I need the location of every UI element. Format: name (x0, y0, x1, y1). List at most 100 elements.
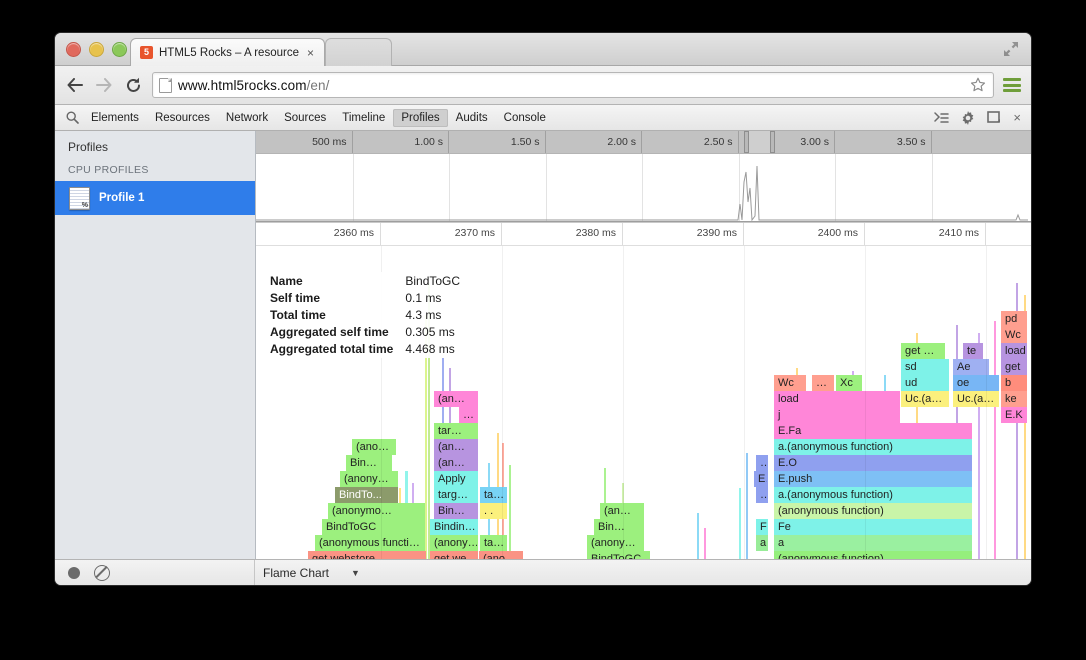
flame-chart-frame[interactable]: Xc (836, 375, 862, 391)
flame-chart-frame[interactable]: (an… (434, 455, 478, 471)
flame-chart-frame[interactable]: Fe (756, 519, 768, 535)
flame-chart-frame[interactable]: (an… (434, 391, 478, 407)
flame-chart-frame[interactable]: (an… (600, 503, 644, 519)
flame-chart-frame[interactable]: (anonymous functi… (315, 535, 425, 551)
flame-chart-frame[interactable]: BindToGC (322, 519, 425, 535)
flame-chart-frame[interactable]: E… (754, 471, 768, 487)
flame-chart[interactable]: NameBindToGCSelf time0.1 msTotal time4.3… (256, 246, 1031, 559)
flame-chart-frame[interactable]: load (1001, 343, 1027, 359)
flame-chart-frame[interactable]: E.K (1001, 407, 1027, 423)
forward-button[interactable] (94, 75, 114, 95)
tab-strip[interactable]: 5 HTML5 Rocks – A resource × (130, 38, 392, 66)
flame-chart-frame[interactable]: pd (1001, 311, 1027, 327)
flame-chart-frame[interactable]: BindToGC (587, 551, 650, 559)
flame-chart-frame[interactable]: Ae (953, 359, 989, 375)
window-traffic-lights[interactable] (66, 42, 127, 57)
flame-chart-frame[interactable]: Fe (774, 519, 972, 535)
flame-chart-spike[interactable] (994, 321, 996, 559)
zoom-window-button[interactable] (112, 42, 127, 57)
flame-chart-frame[interactable]: (anonymo… (328, 503, 425, 519)
flame-chart-frame[interactable]: a.(anonymous function) (774, 439, 972, 455)
flame-chart-frame[interactable]: (anonymous function) (774, 503, 972, 519)
flame-chart-frame[interactable]: … (459, 407, 478, 423)
flame-chart-frame[interactable]: E.Fa (774, 423, 972, 439)
close-window-button[interactable] (66, 42, 81, 57)
devtools-tab-elements[interactable]: Elements (83, 109, 147, 127)
flame-chart-frame[interactable]: te (963, 343, 983, 359)
minimize-window-button[interactable] (89, 42, 104, 57)
flame-chart-frame[interactable]: a.(anonymous function) (774, 487, 972, 503)
flame-chart-frame[interactable]: a (756, 535, 768, 551)
flame-chart-frame[interactable]: tar… (434, 423, 478, 439)
devtools-tab-resources[interactable]: Resources (147, 109, 218, 127)
chrome-menu-icon[interactable] (1003, 78, 1021, 92)
flame-chart-frame[interactable]: … (756, 487, 768, 503)
flame-chart-frame[interactable]: sd (901, 359, 949, 375)
flame-chart-frame[interactable]: Bin… (434, 503, 478, 519)
clear-icon[interactable] (94, 565, 110, 581)
flame-chart-frame[interactable]: a (774, 535, 972, 551)
sidebar-item-profile-1[interactable]: Profile 1 (55, 181, 255, 215)
overview-graph[interactable] (256, 154, 1031, 223)
flame-chart-frame[interactable]: get (1001, 359, 1027, 375)
flame-chart-frame[interactable]: … (812, 375, 834, 391)
devtools-tab-audits[interactable]: Audits (448, 109, 496, 127)
flame-chart-frame[interactable]: targ… (434, 487, 478, 503)
flame-chart-frame[interactable]: b (1001, 375, 1027, 391)
flame-chart-spike[interactable] (697, 513, 699, 559)
devtools-tab-timeline[interactable]: Timeline (334, 109, 393, 127)
reload-button[interactable] (123, 75, 143, 95)
view-mode-selector[interactable]: Flame Chart ▼ (255, 566, 360, 580)
overview-ruler[interactable]: 500 ms1.00 s1.50 s2.00 s2.50 s3.00 s3.50… (256, 131, 1031, 154)
flame-chart-spike[interactable] (739, 488, 741, 559)
flame-chart-frame[interactable]: Uc.(a… (953, 391, 999, 407)
flame-chart-frame[interactable]: BindTo... (335, 487, 398, 503)
flame-chart-frame[interactable]: j (774, 407, 900, 423)
flame-chart-frame[interactable]: (anony… (430, 535, 478, 551)
devtools-tab-console[interactable]: Console (496, 109, 554, 127)
flame-chart-frame[interactable]: load (774, 391, 900, 407)
gear-icon[interactable] (961, 111, 975, 125)
flame-chart-frame[interactable]: Apply (434, 471, 478, 487)
flame-chart-frame[interactable]: (anonymous function) (774, 551, 972, 559)
overview-window-right-handle[interactable] (770, 131, 775, 153)
address-bar[interactable]: www.html5rocks.com/en/ (152, 72, 994, 98)
flame-chart-frame[interactable]: Uc.(a… (901, 391, 949, 407)
flame-chart-frame[interactable]: ke (1001, 391, 1027, 407)
flame-chart-frame[interactable]: Wc (774, 375, 806, 391)
flame-chart-frame[interactable]: oe (953, 375, 999, 391)
flame-chart-frame[interactable]: (an… (434, 439, 478, 455)
overview-window-left-handle[interactable] (744, 131, 749, 153)
flame-chart-spike[interactable] (704, 528, 706, 559)
flame-chart-frame[interactable]: get webstore (308, 551, 426, 559)
devtools-tab-network[interactable]: Network (218, 109, 276, 127)
flame-chart-ruler[interactable]: 2360 ms2370 ms2380 ms2390 ms2400 ms2410 … (256, 223, 1031, 246)
flame-chart-frame[interactable]: Bin… (594, 519, 644, 535)
devtools-tab-sources[interactable]: Sources (276, 109, 334, 127)
flame-chart-frame[interactable]: (ano… (352, 439, 396, 455)
devtools-tab-profiles[interactable]: Profiles (393, 109, 447, 127)
flame-chart-spike[interactable] (746, 453, 748, 559)
flame-chart-frame[interactable]: E.push (774, 471, 972, 487)
bookmark-star-icon[interactable] (969, 76, 987, 94)
flame-chart-frame[interactable]: E.O (774, 455, 972, 471)
flame-chart-spike[interactable] (509, 465, 511, 559)
flame-chart-frame[interactable]: … (756, 455, 768, 471)
flame-chart-frame[interactable]: get … (901, 343, 945, 359)
devtools-close-icon[interactable]: × (1013, 110, 1021, 125)
fullscreen-icon[interactable] (1003, 41, 1019, 57)
flame-chart-frame[interactable]: (ano... (479, 551, 523, 559)
flame-chart-frame[interactable]: Bin… (346, 455, 392, 471)
flame-chart-frame[interactable]: ud (901, 375, 949, 391)
flame-chart-frame[interactable]: (anony… (587, 535, 644, 551)
flame-chart-frame[interactable]: Wc (1001, 327, 1027, 343)
new-tab-button[interactable] (325, 38, 392, 66)
browser-tab-html5rocks[interactable]: 5 HTML5 Rocks – A resource × (130, 38, 325, 66)
console-drawer-icon[interactable] (934, 112, 949, 124)
flame-chart-frame[interactable]: get we… (430, 551, 478, 559)
dock-panel-icon[interactable] (987, 111, 1001, 124)
back-button[interactable] (65, 75, 85, 95)
tab-close-icon[interactable]: × (307, 46, 314, 60)
flame-chart-frame[interactable]: Bindin… (430, 519, 478, 535)
search-icon[interactable] (61, 111, 83, 124)
